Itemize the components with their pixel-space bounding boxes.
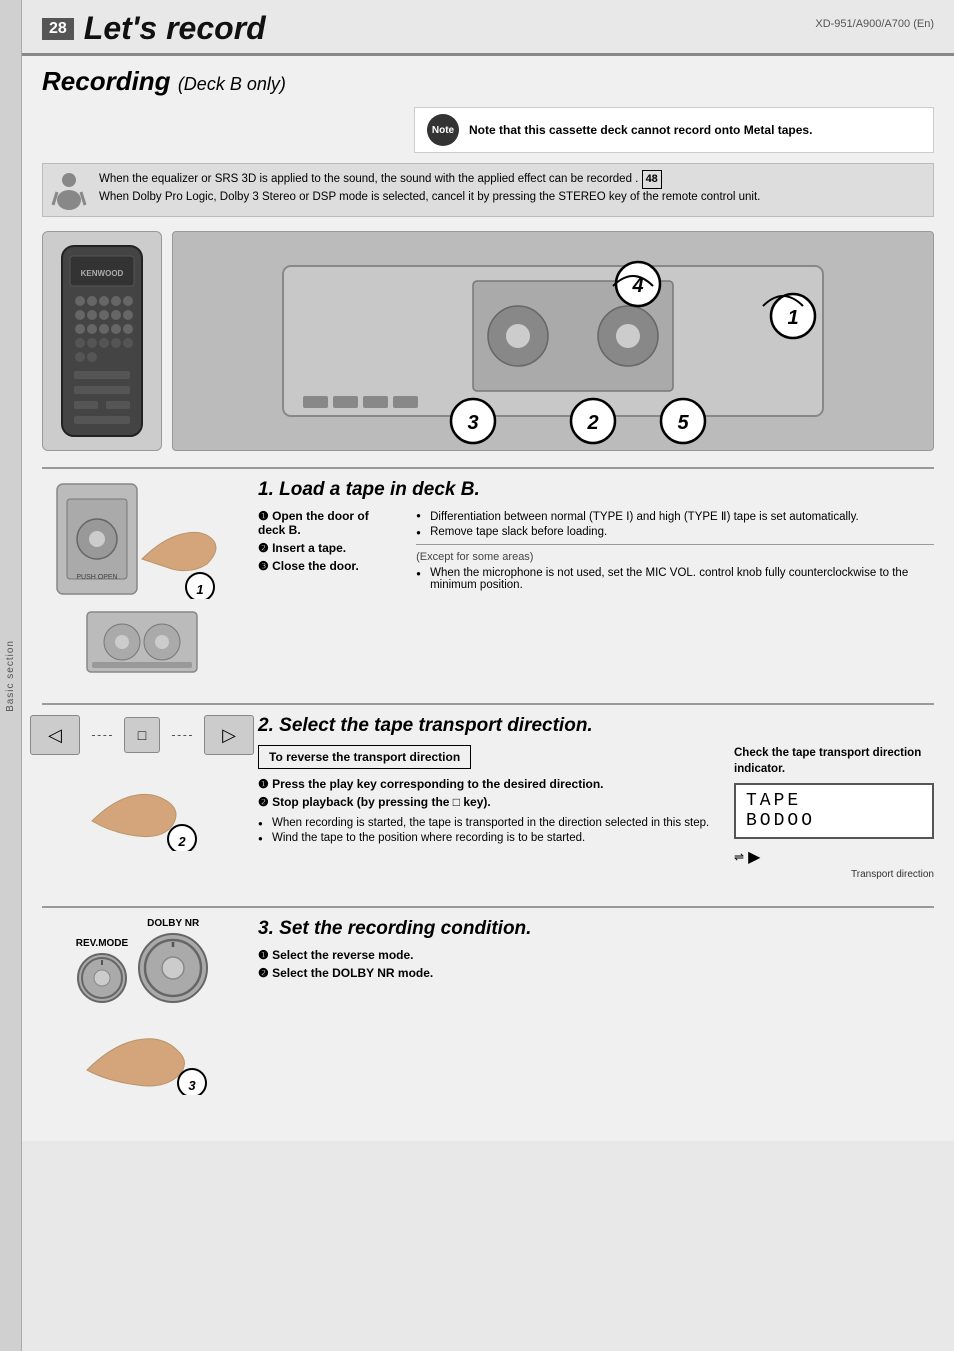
stop-button-img: □	[124, 717, 160, 753]
step2-instructions: Press the play key corresponding to the …	[258, 777, 718, 809]
check-label: Check the tape transport direction indic…	[734, 745, 934, 777]
connector-dot-1	[92, 735, 112, 736]
svg-text:PUSH OPEN: PUSH OPEN	[76, 574, 117, 581]
model-number: XD-951/A900/A700 (En)	[815, 18, 934, 30]
svg-text:2: 2	[177, 834, 186, 849]
page-ref: 48	[642, 170, 662, 189]
step2-left-column: To reverse the transport direction Press…	[258, 745, 718, 880]
info-text-block: When the equalizer or SRS 3D is applied …	[99, 170, 760, 206]
sidebar-strip: Basic section	[0, 0, 22, 1351]
dolby-nr-knob	[138, 933, 208, 1003]
svg-text:2: 2	[586, 412, 598, 434]
rewind-button-img: ◁	[30, 715, 80, 755]
note-text: Note that this cassette deck cannot reco…	[469, 123, 812, 137]
step1-bullets: Differentiation between normal (TYPE Ⅰ) …	[416, 509, 934, 538]
step2-bullet-1: When recording is started, the tape is t…	[258, 817, 718, 829]
step2-bullets: When recording is started, the tape is t…	[258, 817, 718, 844]
svg-text:5: 5	[677, 412, 689, 434]
remote-control-image: KENWOOD	[42, 231, 162, 451]
rev-mode-label: REV.MODE	[76, 938, 128, 949]
note-box: Note Note that this cassette deck cannot…	[414, 107, 934, 153]
step3-title: 3. Set the recording condition.	[258, 918, 934, 940]
transport-direction-label: Transport direction	[734, 869, 934, 880]
step1-deck-svg: PUSH OPEN 1	[52, 479, 232, 599]
step3-controls-img: REV.MODE DOLBY NR	[76, 918, 208, 1003]
step1-section: PUSH OPEN 1	[42, 467, 934, 687]
double-arrow-icon: ⇌	[734, 850, 744, 864]
svg-text:KENWOOD: KENWOOD	[81, 269, 124, 278]
step2-right-column: Check the tape transport direction indic…	[734, 745, 934, 880]
sidebar-label: Basic section	[5, 640, 16, 712]
step1-note-label: (Except for some areas)	[416, 551, 934, 563]
steps-diagram: KENWOOD	[42, 231, 934, 451]
step1-bullet-2: Remove tape slack before loading.	[416, 526, 934, 538]
person-icon	[49, 170, 89, 210]
step2-hand-svg: 2	[82, 771, 202, 851]
svg-text:1: 1	[196, 582, 203, 597]
tape-indicator: TAPE BODOO ⇌ ▶ Transport direction	[734, 783, 934, 880]
step3-instructions: Select the reverse mode. Select the DOLB…	[258, 948, 934, 980]
step1-instruction-1: Open the door of deck B.	[258, 509, 396, 537]
svg-text:3: 3	[467, 412, 478, 434]
recording-subtitle: (Deck B only)	[178, 74, 286, 94]
svg-text:1: 1	[787, 307, 798, 329]
play-arrow-icon: ▶	[748, 847, 760, 867]
main-unit-svg: 4 1 3 2 5	[273, 236, 833, 446]
step3-image-area: REV.MODE DOLBY NR	[42, 918, 242, 1095]
step1-unit-svg	[82, 607, 202, 677]
step1-instructions: Open the door of deck B. Insert a tape. …	[258, 509, 396, 573]
step3-instruction-2: Select the DOLBY NR mode.	[258, 966, 934, 980]
info-box: When the equalizer or SRS 3D is applied …	[42, 163, 934, 217]
step1-instruction-3: Close the door.	[258, 559, 396, 573]
step3-section: REV.MODE DOLBY NR	[42, 906, 934, 1105]
step2-instruction-2: Stop playback (by pressing the □ key).	[258, 795, 718, 809]
dolby-nr-label: DOLBY NR	[147, 918, 199, 929]
transport-direction-box: To reverse the transport direction	[258, 745, 471, 769]
rev-mode-knob	[77, 953, 127, 1003]
step2-bullet-2: Wind the tape to the position where reco…	[258, 832, 718, 844]
step2-content: 2. Select the tape transport direction. …	[258, 715, 934, 880]
step1-content: 1. Load a tape in deck B. Open the door …	[258, 479, 934, 677]
step3-instruction-1: Select the reverse mode.	[258, 948, 934, 962]
connector-dot-2	[172, 735, 192, 736]
recording-title: Recording (Deck B only)	[42, 66, 934, 97]
page-number: 28	[42, 18, 74, 40]
step1-instruction-2: Insert a tape.	[258, 541, 396, 555]
step1-title: 1. Load a tape in deck B.	[258, 479, 934, 501]
step1-bullet-1: Differentiation between normal (TYPE Ⅰ) …	[416, 509, 934, 523]
step2-section: ◁ □ ▷ 2 2. Select the tape	[42, 703, 934, 890]
svg-text:3: 3	[188, 1078, 196, 1093]
step1-note-bullets: When the microphone is not used, set the…	[416, 567, 934, 591]
step3-content: 3. Set the recording condition. Select t…	[258, 918, 934, 1095]
play-forward-button-img: ▷	[204, 715, 254, 755]
step2-title: 2. Select the tape transport direction.	[258, 715, 934, 737]
step2-instruction-1: Press the play key corresponding to the …	[258, 777, 718, 791]
step1-note-bullet: When the microphone is not used, set the…	[416, 567, 934, 591]
note-icon: Note	[427, 114, 459, 146]
step1-image-area: PUSH OPEN 1	[42, 479, 242, 677]
main-unit-image: 4 1 3 2 5	[172, 231, 934, 451]
step2-buttons-row: ◁ □ ▷	[30, 715, 254, 755]
page-header: 28 Let's record XD-951/A900/A700 (En)	[22, 0, 954, 56]
step2-image-area: ◁ □ ▷ 2	[42, 715, 242, 880]
page-title: Let's record	[84, 10, 266, 47]
step3-hand-svg: 3	[77, 1015, 207, 1095]
tape-display: TAPE BODOO	[734, 783, 934, 839]
remote-svg: KENWOOD	[52, 241, 152, 441]
